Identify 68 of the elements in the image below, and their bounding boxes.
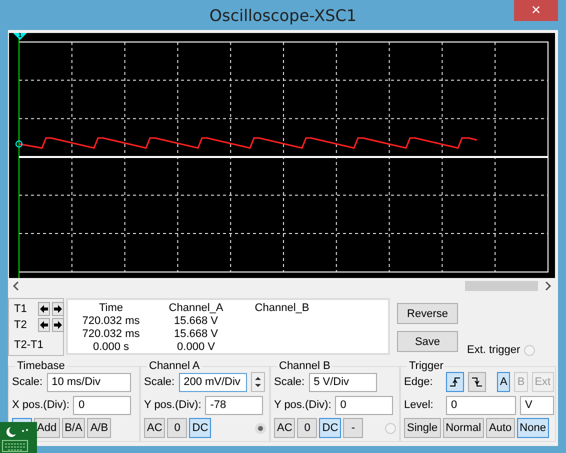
table-cell: 15.668 V (174, 315, 218, 328)
level-field[interactable]: 0 (446, 396, 516, 414)
rising-edge-button[interactable] (446, 372, 464, 392)
rising-edge-icon (449, 376, 461, 388)
group-title: Channel B (278, 360, 332, 372)
group-title: Channel A (148, 360, 201, 372)
table-cell: 0.000 V (177, 341, 215, 354)
cursor-label: T2 (14, 319, 28, 331)
ext-trigger-radio[interactable] (524, 345, 536, 356)
scale-field[interactable]: 200 mV/Div (178, 372, 247, 392)
scroll-right-icon[interactable] (544, 280, 554, 292)
field-label: X pos.(Div): (12, 399, 70, 411)
table-cell: 15.668 V (174, 328, 218, 341)
channel-radio[interactable] (255, 422, 266, 434)
coupling-button[interactable]: DC (319, 418, 342, 438)
field-label: Edge: (404, 376, 434, 388)
mode-button[interactable]: Add (34, 418, 60, 438)
table-cell: 720.032 ms (82, 328, 140, 341)
falling-edge-icon (471, 376, 483, 388)
trigger-mode-button[interactable]: Normal (442, 418, 484, 438)
coupling-button[interactable]: AC (144, 418, 166, 438)
keyboard-icon[interactable] (2, 440, 28, 452)
cursor-marker (15, 140, 23, 148)
cursor-label: T1 (14, 303, 28, 315)
close-button[interactable]: × (514, 0, 558, 21)
reverse-button[interactable]: Reverse (397, 303, 458, 324)
field-label: Y pos.(Div): (144, 399, 202, 411)
column-header: Time (98, 302, 124, 315)
table-cell: 720.032 ms (82, 315, 140, 328)
position-field[interactable]: 0 (335, 396, 394, 414)
field-label: Scale: (274, 376, 305, 388)
mode-button[interactable]: B/A (62, 418, 86, 438)
right-arrow-button[interactable] (52, 302, 64, 316)
falling-edge-button[interactable] (468, 372, 486, 392)
coupling-button[interactable]: - (343, 418, 364, 438)
trigger-mode-button[interactable]: Auto (486, 418, 515, 438)
group-title: Timebase (16, 360, 66, 372)
trigger-mode-button[interactable]: None (516, 418, 549, 438)
group-title: Trigger (408, 360, 444, 372)
cursor-label: T2-T1 (14, 339, 44, 351)
coupling-button[interactable]: 0 (297, 418, 318, 438)
spinner-icon[interactable] (250, 372, 265, 392)
scrollbar-thumb[interactable] (465, 281, 538, 291)
coupling-button[interactable]: AC (274, 418, 296, 438)
channel-radio[interactable] (385, 422, 396, 434)
scale-field[interactable]: 5 V/Div (308, 372, 377, 392)
unit-field[interactable]: V (520, 396, 554, 414)
coupling-button[interactable]: 0 (167, 418, 188, 438)
save-button[interactable]: Save (397, 331, 458, 352)
position-field[interactable]: 0 (73, 396, 132, 414)
table-cell: 0.000 s (92, 341, 130, 354)
left-arrow-button[interactable] (38, 302, 50, 316)
ext-trigger-label: Ext. trigger (467, 344, 520, 356)
field-label: Y pos.(Div): (274, 399, 332, 411)
field-label: Scale: (144, 376, 175, 388)
column-header: Channel_B (254, 302, 310, 315)
right-arrow-button[interactable] (52, 318, 64, 332)
coupling-button[interactable]: DC (189, 418, 212, 438)
trigger-mode-button[interactable]: Single (404, 418, 441, 438)
scale-field[interactable]: 10 ms/Div (46, 372, 131, 392)
window-title: Oscilloscope-XSC1 (209, 6, 357, 24)
source-button[interactable]: A (497, 372, 510, 392)
field-label: Level: (404, 399, 434, 411)
position-field[interactable]: -78 (205, 396, 264, 414)
field-label: Scale: (12, 376, 43, 388)
left-arrow-button[interactable] (38, 318, 50, 332)
mode-button[interactable]: A/B (87, 418, 112, 438)
column-header: Channel_A (168, 302, 224, 315)
